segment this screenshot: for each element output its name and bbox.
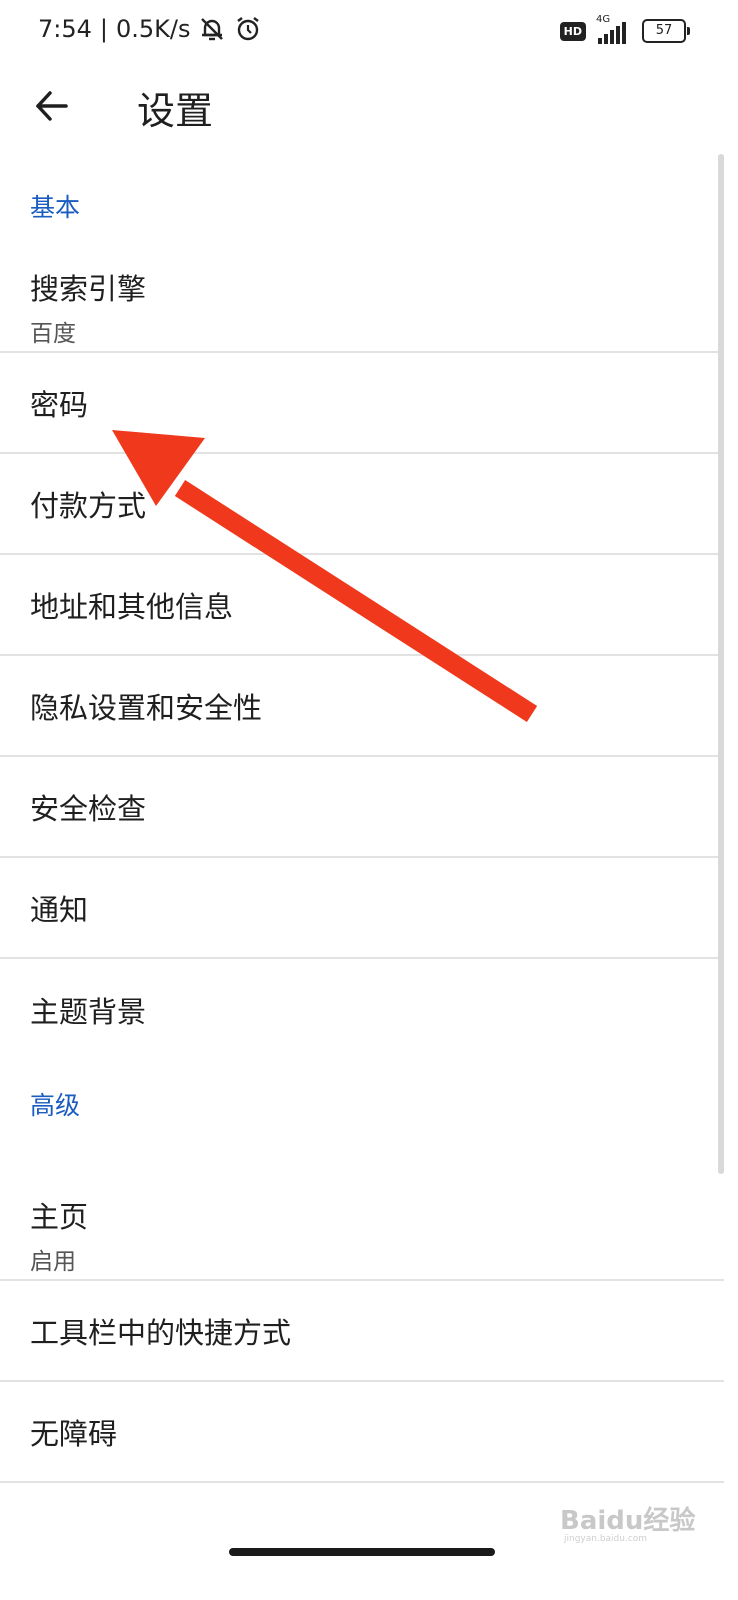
settings-item-safety-check[interactable]: 安全检查 [0, 757, 724, 858]
section-header-basic: 基本 [30, 193, 81, 222]
settings-item-addresses[interactable]: 地址和其他信息 [0, 555, 724, 656]
item-title: 工具栏中的快捷方式 [30, 1315, 292, 1350]
arrow-left-icon [36, 91, 68, 121]
item-subtitle: 百度 [30, 321, 76, 347]
settings-item-privacy-security[interactable]: 隐私设置和安全性 [0, 656, 724, 757]
battery-icon: 57 [642, 19, 690, 43]
settings-item-toolbar-shortcut[interactable]: 工具栏中的快捷方式 [0, 1281, 724, 1382]
status-right: HD 4G 57 [559, 14, 690, 44]
item-subtitle: 启用 [30, 1249, 76, 1275]
settings-item-homepage[interactable]: 主页 启用 [0, 1146, 724, 1281]
item-title: 安全检查 [30, 791, 147, 826]
bell-muted-icon [197, 14, 227, 44]
signal-bars [598, 22, 626, 44]
item-title: 付款方式 [30, 488, 147, 523]
item-title: 地址和其他信息 [30, 589, 234, 624]
settings-item-theme[interactable]: 主题背景 [0, 959, 724, 1060]
status-left: 7:54 | 0.5K/s [38, 14, 263, 44]
item-title: 密码 [30, 387, 89, 422]
settings-item-notifications[interactable]: 通知 [0, 858, 724, 959]
item-title: 无障碍 [30, 1416, 118, 1451]
network-speed: 0.5K/s [116, 15, 191, 43]
item-title: 主页 [30, 1200, 89, 1234]
battery-level: 57 [655, 23, 673, 38]
status-separator: | [99, 15, 108, 43]
watermark-logo: Baidu经验 jingyan.baidu.com [560, 1500, 696, 1544]
back-button[interactable] [30, 84, 74, 128]
settings-list: 基本 搜索引擎 百度 密码 付款方式 地址和其他信息 隐私设置和安全性 安全检查… [0, 160, 724, 1483]
settings-item-payment-methods[interactable]: 付款方式 [0, 454, 724, 555]
hd-badge: HD [559, 21, 586, 41]
watermark-text: Baidu经验 [560, 1506, 696, 1536]
alarm-clock-icon [233, 14, 263, 44]
scrollbar[interactable] [718, 154, 724, 1174]
item-title: 主题背景 [30, 994, 147, 1029]
clock: 7:54 [38, 15, 92, 43]
page-title: 设置 [137, 89, 214, 133]
settings-item-accessibility[interactable]: 无障碍 [0, 1382, 724, 1483]
settings-item-passwords[interactable]: 密码 [0, 353, 724, 454]
item-title: 通知 [30, 892, 89, 927]
signal-icon: 4G [596, 14, 632, 44]
item-title: 隐私设置和安全性 [30, 690, 263, 725]
watermark-url: jingyan.baidu.com [564, 1534, 648, 1544]
settings-item-search-engine[interactable]: 搜索引擎 百度 [0, 218, 724, 353]
status-bar: 7:54 | 0.5K/s HD 4G 57 [0, 0, 738, 66]
section-header-advanced: 高级 [30, 1091, 81, 1120]
home-indicator[interactable] [229, 1548, 495, 1556]
app-bar: 设置 [0, 66, 738, 146]
item-title: 搜索引擎 [30, 272, 147, 306]
